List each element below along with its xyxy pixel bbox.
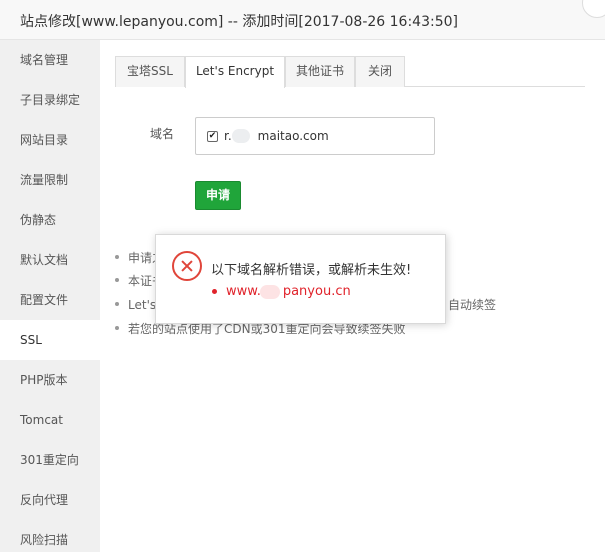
domain-suffix: maitao.com [257, 129, 329, 143]
sidebar-item-php-version[interactable]: PHP版本 [0, 360, 100, 400]
sidebar: 域名管理 子目录绑定 网站目录 流量限制 伪静态 默认文档 配置文件 SSL P… [0, 40, 100, 552]
sidebar-item-default-document[interactable]: 默认文档 [0, 240, 100, 280]
sidebar-item-reverse-proxy[interactable]: 反向代理 [0, 480, 100, 520]
error-message: 以下域名解析错误，或解析未生效! [211, 263, 412, 278]
bullet-icon [115, 326, 119, 330]
window-title: 站点修改[www.lepanyou.com] -- 添加时间[2017-08-2… [20, 14, 458, 30]
error-dialog: 以下域名解析错误，或解析未生效! www. panyou.cn [155, 234, 446, 324]
sidebar-item-config-file[interactable]: 配置文件 [0, 280, 100, 320]
sidebar-item-site-directory[interactable]: 网站目录 [0, 120, 100, 160]
error-icon [172, 251, 202, 281]
sidebar-item-subdirectory-binding[interactable]: 子目录绑定 [0, 80, 100, 120]
sidebar-item-ssl[interactable]: SSL [0, 320, 100, 360]
sidebar-item-tomcat[interactable]: Tomcat [0, 400, 100, 440]
sidebar-item-rewrite[interactable]: 伪静态 [0, 200, 100, 240]
domain-checkbox[interactable]: ✔ [207, 131, 218, 142]
dialog-titlebar: 站点修改[www.lepanyou.com] -- 添加时间[2017-08-2… [0, 0, 605, 40]
sidebar-item-301-redirect[interactable]: 301重定向 [0, 440, 100, 480]
tab-baota-ssl[interactable]: 宝塔SSL [115, 56, 185, 87]
bullet-icon [115, 255, 119, 259]
domain-label: 域名 [150, 127, 175, 141]
sidebar-item-domain-management[interactable]: 域名管理 [0, 40, 100, 80]
bullet-icon [115, 278, 119, 282]
bullet-icon [212, 289, 217, 294]
error-domain: www. panyou.cn [226, 284, 351, 299]
sidebar-item-traffic-limit[interactable]: 流量限制 [0, 160, 100, 200]
sidebar-item-risk-scan[interactable]: 风险扫描 [0, 520, 100, 552]
tab-close[interactable]: 关闭 [355, 56, 405, 87]
redaction-blur [232, 129, 250, 143]
apply-button[interactable]: 申请 [195, 181, 241, 210]
domain-list: ✔ r. maitao.com [195, 117, 435, 155]
domain-prefix: r. [224, 129, 232, 143]
tab-lets-encrypt[interactable]: Let's Encrypt [185, 56, 285, 88]
tab-other-certificate[interactable]: 其他证书 [285, 56, 355, 87]
bullet-icon [115, 302, 119, 306]
ssl-tab-bar: 宝塔SSL Let's Encrypt 其他证书 关闭 [115, 56, 585, 88]
redaction-blur [260, 285, 280, 299]
